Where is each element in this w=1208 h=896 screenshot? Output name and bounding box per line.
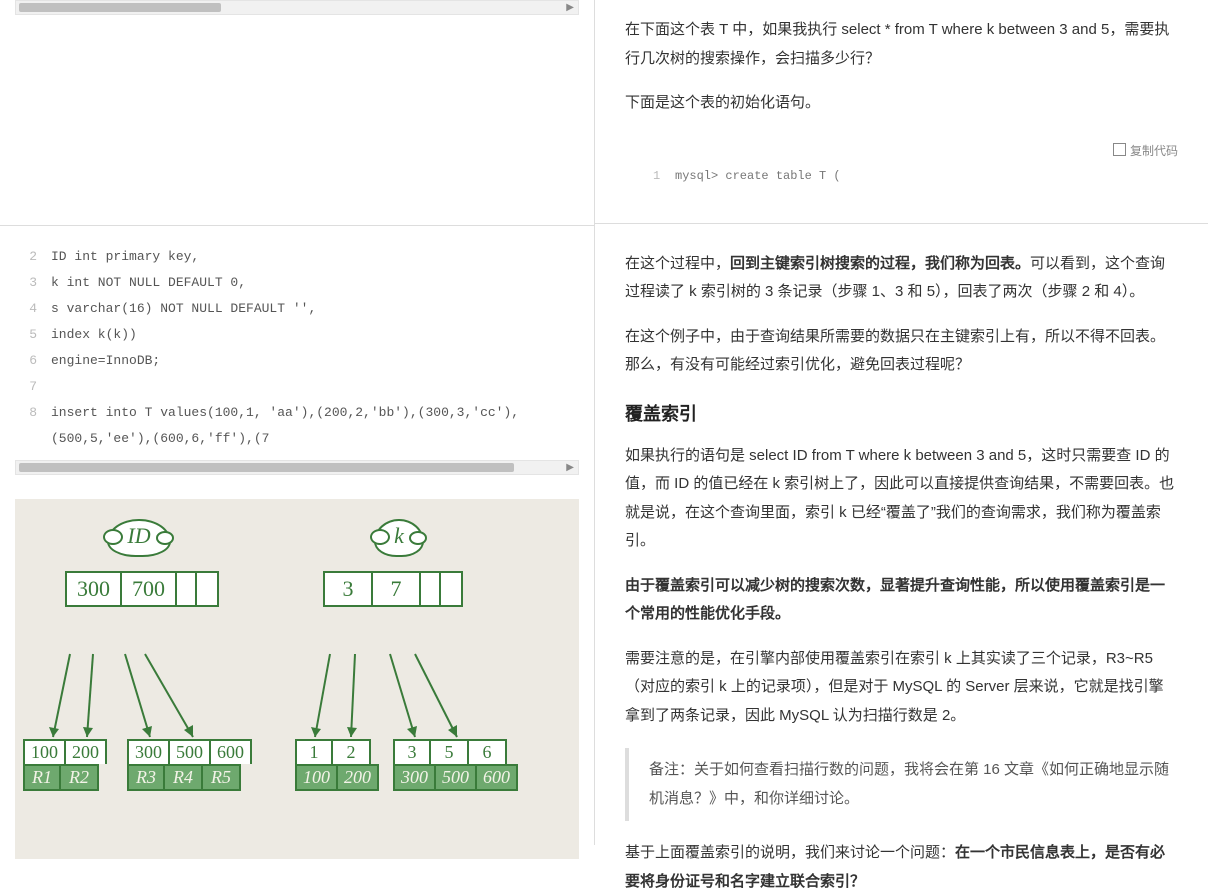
left-column: ▶ 2ID int primary key,3k int NOT NULL DE… [0, 0, 595, 845]
code-snippet: 复制代码 1mysql> create table T ( [625, 138, 1178, 193]
leaf-group: 1 2 100 200 [295, 739, 379, 791]
code-block: 2ID int primary key,3k int NOT NULL DEFA… [15, 244, 579, 452]
scrollbar-thumb[interactable] [19, 3, 221, 12]
copy-icon[interactable] [1115, 145, 1126, 156]
section-heading: 覆盖索引 [625, 400, 1178, 426]
paragraph: 在这个过程中，回到主键索引树搜索的过程，我们称为回表。可以看到，这个查询过程读了… [625, 250, 1178, 307]
blockquote: 备注：关于如何查看扫描行数的问题，我将会在第 16 文章《如何正确地显示随机消息… [625, 748, 1178, 821]
code-line: 4s varchar(16) NOT NULL DEFAULT '', [15, 296, 579, 322]
divider [595, 223, 1208, 224]
code-line: 2ID int primary key, [15, 244, 579, 270]
code-line: 6engine=InnoDB; [15, 348, 579, 374]
tree-root-node: 300 700 [65, 571, 219, 607]
scrollbar-top[interactable]: ▶ [15, 0, 579, 15]
leaf-group: 100 200 R1 R2 [23, 739, 107, 791]
tree-root-label: ID [107, 519, 170, 557]
code-line: 8insert into T values(100,1, 'aa'),(200,… [15, 400, 579, 452]
copy-button[interactable]: 复制代码 [1130, 144, 1178, 158]
paragraph: 基于上面覆盖索引的说明，我们来讨论一个问题：在一个市民信息表上，是否有必要将身份… [625, 839, 1178, 896]
paragraph: 如果执行的语句是 select ID from T where k betwee… [625, 442, 1178, 556]
paragraph: 下面是这个表的初始化语句。 [625, 89, 1178, 118]
code-line: 3k int NOT NULL DEFAULT 0, [15, 270, 579, 296]
code-line: 5index k(k)) [15, 322, 579, 348]
leaf-group: 3 5 6 300 500 600 [393, 739, 518, 791]
divider [0, 225, 594, 226]
paragraph: 在这个例子中，由于查询结果所需要的数据只在主键索引上有，所以不得不回表。那么，有… [625, 323, 1178, 380]
scroll-right-icon[interactable]: ▶ [566, 462, 574, 473]
paragraph: 由于覆盖索引可以减少树的搜索次数，显著提升查询性能，所以使用覆盖索引是一个常用的… [625, 572, 1178, 629]
leaf-group: 300 500 600 R3 R4 R5 [127, 739, 252, 791]
code-scrollbar[interactable]: ▶ [15, 460, 579, 475]
code-line: 7 [15, 374, 579, 400]
tree-root-label: k [374, 519, 424, 557]
right-column: 在下面这个表 T 中，如果我执行 select * from T where k… [595, 0, 1208, 845]
tree-root-node: 3 7 [323, 571, 463, 607]
scrollbar-thumb[interactable] [19, 463, 514, 472]
paragraph: 需要注意的是，在引擎内部使用覆盖索引在索引 k 上其实读了三个记录，R3~R5（… [625, 645, 1178, 731]
paragraph: 在下面这个表 T 中，如果我执行 select * from T where k… [625, 16, 1178, 73]
index-tree-diagram: ID 300 700 100 200 R1 R2 [15, 499, 579, 859]
scroll-right-icon[interactable]: ▶ [566, 2, 574, 13]
